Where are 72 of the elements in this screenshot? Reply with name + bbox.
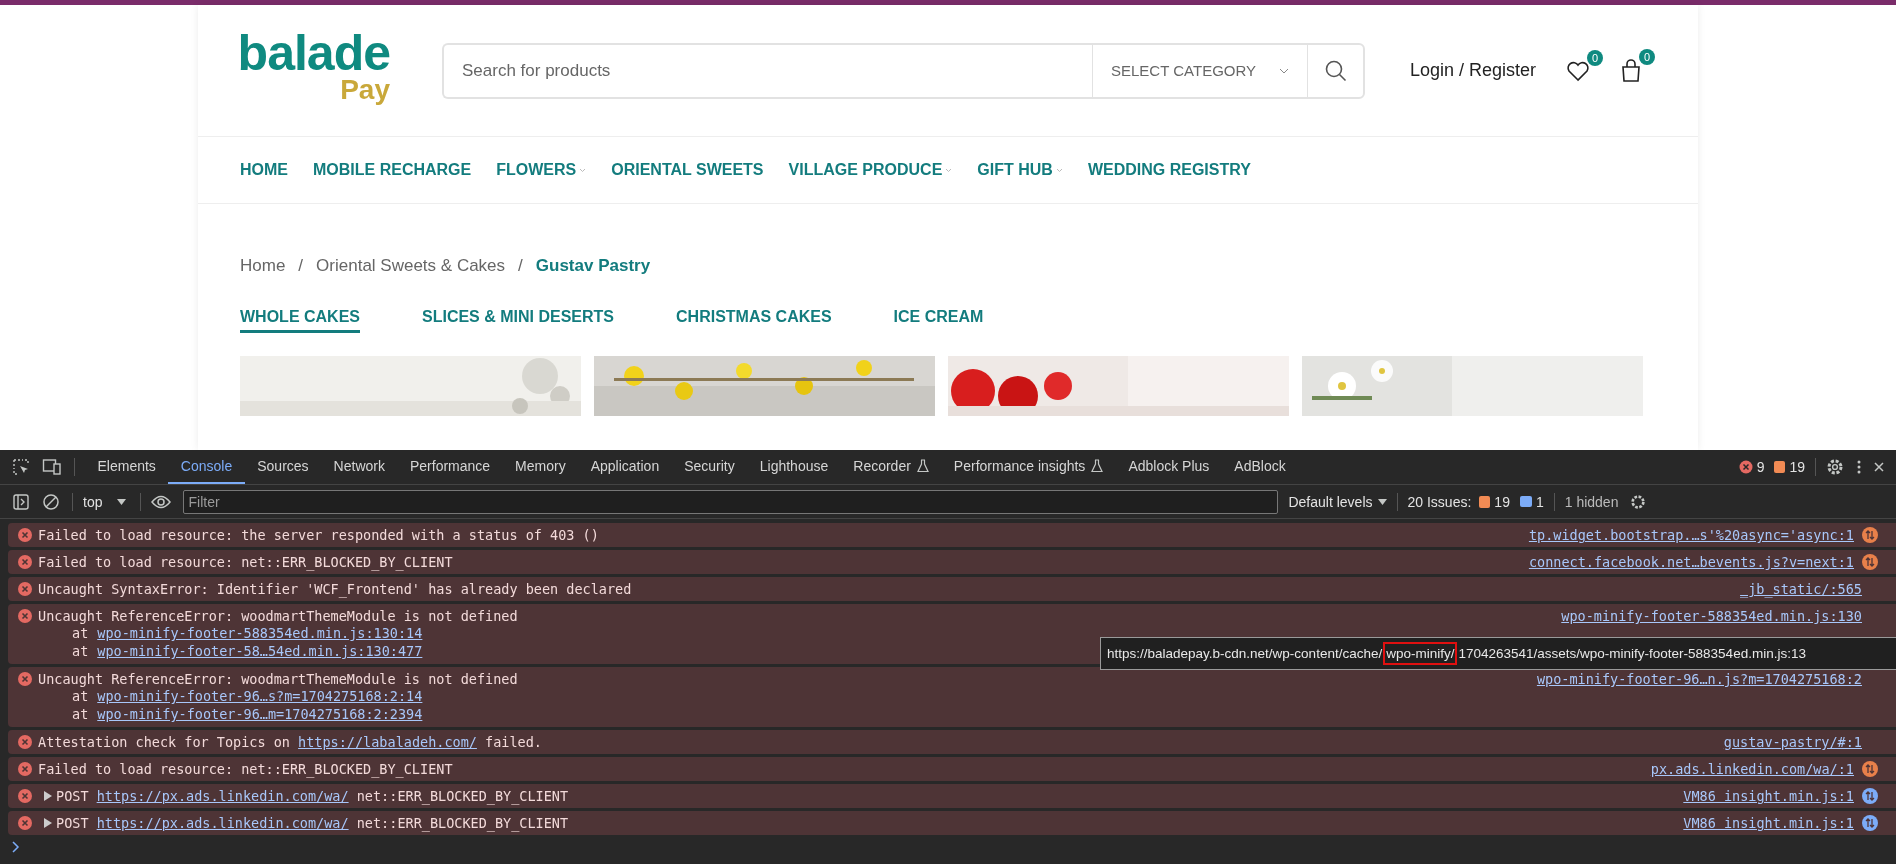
breadcrumb-separator: / <box>298 256 304 276</box>
devtools-tab[interactable]: Elements <box>85 450 169 484</box>
count-badge: 0 <box>1587 49 1604 66</box>
category-dropdown[interactable]: SELECT CATEGORY <box>1092 42 1307 99</box>
filter-field[interactable]: Filter <box>183 489 1279 514</box>
error-count[interactable]: 9 <box>1738 459 1765 475</box>
login-link[interactable]: Login / Register <box>1410 60 1537 81</box>
source-link[interactable]: wpo-minify-footer-588354ed.min.js:130 <box>1561 608 1862 624</box>
breadcrumb-link[interactable]: Oriental Sweets & Cakes <box>316 256 506 276</box>
stack-at: at <box>72 625 89 643</box>
message-text: POST https://px.ads.linkedin.com/wa/ net::ERR_BLOCKED_BY_CLIENT <box>56 788 569 804</box>
message-text: Failed to load resource: net::ERR_BLOCKED_BY_CLIENT <box>38 761 453 777</box>
source-link[interactable]: _jb_static/:565 <box>1740 581 1862 597</box>
hidden-count: 1 hidden <box>1564 493 1619 510</box>
message-text: Uncaught ReferenceError: woodmartThemeModule is not defined <box>38 671 518 687</box>
devtools-tab[interactable]: Lighthouse <box>747 450 841 484</box>
stack-link[interactable]: wpo-minify-footer-588354ed.min.js:130:14 <box>97 625 423 643</box>
devtools-tab[interactable]: Memory <box>502 450 579 484</box>
context-dropdown[interactable]: top <box>83 493 127 510</box>
warning-count[interactable]: 19 <box>1774 459 1805 475</box>
message-link[interactable]: https://px.ads.linkedin.com/wa/ <box>96 788 349 804</box>
message-text: Uncaught ReferenceError: woodmartThemeModule is not defined <box>38 608 518 624</box>
stack-link[interactable]: wpo-minify-footer-96…s?m=1704275168:2:14 <box>97 688 423 706</box>
devtools-tab[interactable]: Application <box>578 450 672 484</box>
stack-at: at <box>72 688 89 706</box>
category-tab[interactable]: WHOLE CAKES <box>240 308 360 333</box>
message-text: Failed to load resource: the server responded with a status of 403 () <box>38 527 599 543</box>
source-link[interactable]: VM86 insight.min.js:1 <box>1683 815 1854 831</box>
stack-link[interactable]: wpo-minify-footer-96…m=1704275168:2:2394 <box>97 706 423 724</box>
nav-link[interactable]: VILLAGE PRODUCE <box>788 161 953 179</box>
category-tab[interactable]: SLICES & MINI DESERTS <box>422 308 615 333</box>
source-link[interactable]: wpo-minify-footer-96…n.js?m=1704275168:2 <box>1536 671 1862 687</box>
devtools-tab[interactable]: Security <box>671 450 748 484</box>
breadcrumb-link[interactable]: Home <box>240 256 286 276</box>
nav-link[interactable]: ORIENTAL SWEETS <box>611 161 764 179</box>
nav-link[interactable]: WEDDING REGISTRY <box>1087 161 1251 179</box>
source-link[interactable]: px.ads.linkedin.com/wa/:1 <box>1650 761 1854 777</box>
stack-link[interactable]: wpo-minify-footer-58…54ed.min.js:130:477 <box>97 643 423 661</box>
message-text: Attestation check for Topics on https://labaladeh.com/ failed. <box>38 734 542 750</box>
devtools-tab[interactable]: Console <box>168 450 245 484</box>
devtools-tab[interactable]: Recorder <box>840 450 942 484</box>
breadcrumb-separator: / <box>518 256 523 276</box>
issues-warning-count[interactable]: 19 <box>1479 493 1510 510</box>
devtools-tab[interactable]: AdBlock <box>1221 450 1299 484</box>
issues-info-count[interactable]: 1 <box>1519 493 1544 510</box>
devtools-tab[interactable]: Performance <box>397 450 503 484</box>
nav-link[interactable]: HOME <box>240 161 288 179</box>
log-levels-dropdown[interactable]: Default levels <box>1288 493 1387 510</box>
devtools-tab[interactable]: Sources <box>244 450 322 484</box>
stack-at: at <box>72 643 89 661</box>
nav-link[interactable]: MOBILE RECHARGE <box>313 161 472 179</box>
source-link[interactable]: VM86 insight.min.js:1 <box>1683 788 1854 804</box>
message-link[interactable]: https://px.ads.linkedin.com/wa/ <box>96 815 349 831</box>
devtools-tab[interactable]: Adblock Plus <box>1115 450 1222 484</box>
message-link[interactable]: https://labaladeh.com/ <box>298 734 477 750</box>
devtools-tab[interactable]: Performance insights <box>941 450 1116 484</box>
stack-at: at <box>72 706 89 724</box>
nav-link[interactable]: GIFT HUB <box>977 161 1063 179</box>
issues-label: 20 Issues: <box>1407 493 1472 510</box>
site-logo[interactable]: balade Pay <box>240 27 390 104</box>
message-text: Uncaught SyntaxError: Identifier 'WCF_Frontend' has already been declared <box>38 581 632 597</box>
message-text: Failed to load resource: net::ERR_BLOCKED_BY_CLIENT <box>38 554 453 570</box>
category-tab[interactable]: CHRISTMAS CAKES <box>676 308 832 333</box>
nav-link[interactable]: FLOWERS <box>496 161 587 179</box>
search-field[interactable]: Search for products <box>442 42 1092 99</box>
source-link[interactable]: gustav-pastry/#:1 <box>1723 734 1862 750</box>
source-link[interactable]: connect.facebook.net…bevents.js?v=next:1 <box>1528 554 1854 570</box>
count-badge: 0 <box>1639 48 1656 65</box>
category-tab[interactable]: ICE CREAM <box>893 308 984 333</box>
message-text: POST https://px.ads.linkedin.com/wa/ net::ERR_BLOCKED_BY_CLIENT <box>56 815 569 831</box>
source-link[interactable]: tp.widget.bootstrap.…s'%20async='async:1 <box>1528 527 1854 543</box>
devtools-tab[interactable]: Network <box>321 450 398 484</box>
